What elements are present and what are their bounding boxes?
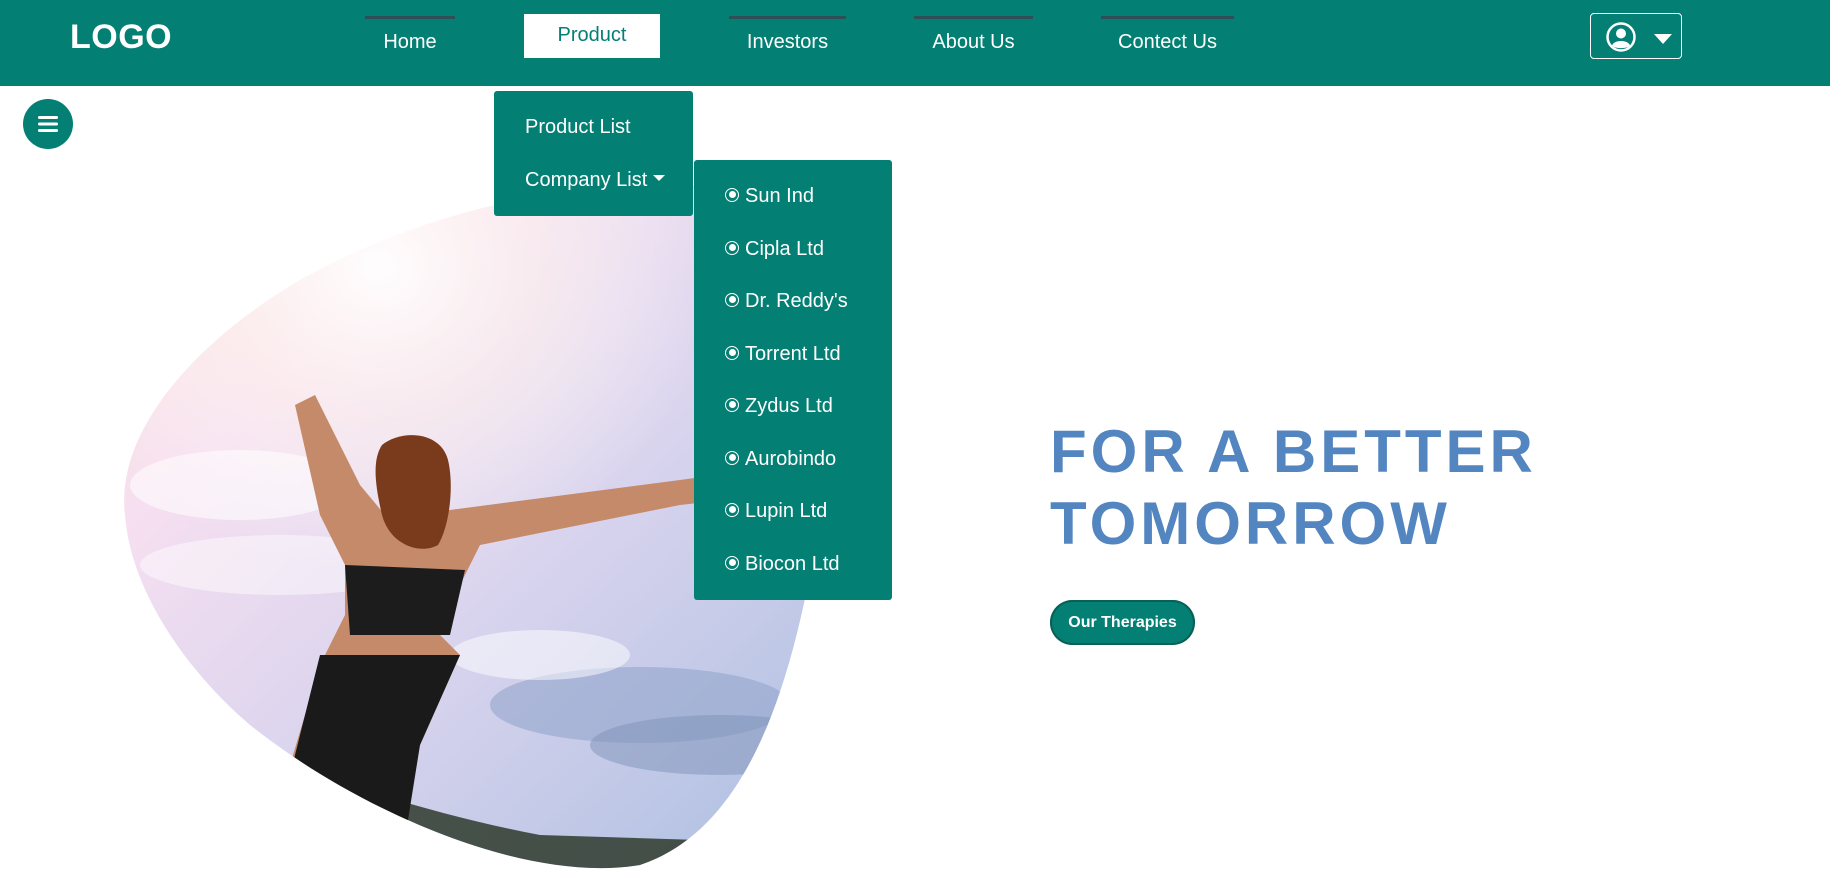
submenu-item-dr-reddys[interactable]: Dr. Reddy's (725, 287, 848, 315)
our-therapies-button[interactable]: Our Therapies (1050, 600, 1195, 645)
nav-investors[interactable]: Investors (729, 16, 846, 59)
submenu-item-lupin[interactable]: Lupin Ltd (725, 497, 827, 525)
hero-headline-line1: FOR A BETTER (1050, 418, 1537, 485)
caret-down-icon (653, 174, 666, 181)
hero-headline: FOR A BETTER TOMORROW (1050, 416, 1537, 560)
submenu-item-biocon[interactable]: Biocon Ltd (725, 550, 840, 578)
menu-toggle-button[interactable] (23, 99, 73, 149)
radio-icon (725, 240, 739, 255)
nav-about-us[interactable]: About Us (914, 16, 1033, 59)
caret-down-icon (1653, 32, 1673, 50)
radio-icon (725, 397, 739, 412)
submenu-item-torrent[interactable]: Torrent Ltd (725, 340, 841, 368)
nav-contact-us[interactable]: Contect Us (1101, 16, 1234, 59)
radio-icon (725, 502, 739, 517)
dropdown-item-company-list[interactable]: Company List (525, 169, 666, 192)
logo[interactable]: LOGO (70, 18, 172, 57)
radio-icon (725, 187, 739, 202)
top-navbar: LOGO Home Product Investors About Us Con… (0, 0, 1830, 86)
radio-icon (725, 292, 739, 307)
submenu-item-zydus[interactable]: Zydus Ltd (725, 392, 833, 420)
dropdown-item-product-list[interactable]: Product List (525, 116, 631, 139)
submenu-item-cipla[interactable]: Cipla Ltd (725, 235, 824, 263)
company-submenu: Sun Ind Cipla Ltd Dr. Reddy's Torrent Lt… (694, 160, 892, 600)
nav-product[interactable]: Product (524, 14, 660, 58)
product-dropdown: Product List Company List (494, 91, 693, 216)
hero-headline-line2: TOMORROW (1050, 490, 1451, 557)
radio-icon (725, 555, 739, 570)
submenu-item-aurobindo[interactable]: Aurobindo (725, 445, 836, 473)
profile-menu-button[interactable] (1590, 13, 1682, 59)
user-circle-icon (1606, 22, 1636, 57)
hamburger-icon (38, 116, 58, 132)
submenu-item-sun-ind[interactable]: Sun Ind (725, 182, 814, 210)
radio-icon (725, 345, 739, 360)
radio-icon (725, 450, 739, 465)
nav-home[interactable]: Home (365, 16, 455, 59)
